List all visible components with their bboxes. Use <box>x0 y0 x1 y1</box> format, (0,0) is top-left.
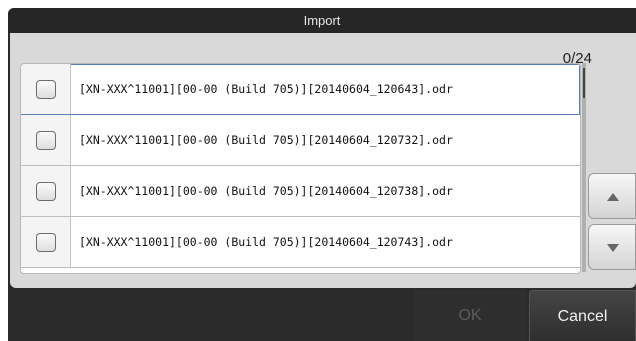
dialog-content: 0/24 [XN-XXX^11001][00-00 (Build 705)][2… <box>10 33 636 288</box>
checkbox-cell[interactable] <box>21 64 71 114</box>
dialog-title: Import <box>303 13 341 28</box>
file-name: [XN-XXX^11001][00-00 (Build 705)][201406… <box>79 82 453 96</box>
file-row[interactable]: [XN-XXX^11001][00-00 (Build 705)][201406… <box>21 166 580 217</box>
file-checkbox[interactable] <box>36 131 56 150</box>
scroll-up-button[interactable] <box>588 173 636 219</box>
scrollbar-thumb[interactable] <box>583 68 585 98</box>
file-row[interactable]: [XN-XXX^11001][00-00 (Build 705)][201406… <box>21 64 580 115</box>
cancel-button[interactable]: Cancel <box>529 290 636 341</box>
file-list: [XN-XXX^11001][00-00 (Build 705)][201406… <box>20 63 581 274</box>
file-name: [XN-XXX^11001][00-00 (Build 705)][201406… <box>79 235 453 249</box>
triangle-up-icon <box>607 193 619 201</box>
dialog-titlebar: Import <box>8 8 636 33</box>
file-row[interactable]: [XN-XXX^11001][00-00 (Build 705)][201406… <box>21 115 580 166</box>
checkbox-cell[interactable] <box>21 115 71 165</box>
checkbox-cell[interactable] <box>21 217 71 267</box>
file-row[interactable]: [XN-XXX^11001][00-00 (Build 705)][201406… <box>21 217 580 268</box>
ok-button[interactable]: OK <box>414 290 526 341</box>
file-checkbox[interactable] <box>36 182 56 201</box>
file-checkbox[interactable] <box>36 233 56 252</box>
file-checkbox[interactable] <box>36 80 56 99</box>
scroll-down-button[interactable] <box>588 224 636 270</box>
file-name: [XN-XXX^11001][00-00 (Build 705)][201406… <box>79 184 453 198</box>
import-dialog: Import 0/24 [XN-XXX^11001][00-00 (Build … <box>8 8 636 341</box>
triangle-down-icon <box>607 244 619 252</box>
file-name: [XN-XXX^11001][00-00 (Build 705)][201406… <box>79 133 453 147</box>
checkbox-cell[interactable] <box>21 166 71 216</box>
